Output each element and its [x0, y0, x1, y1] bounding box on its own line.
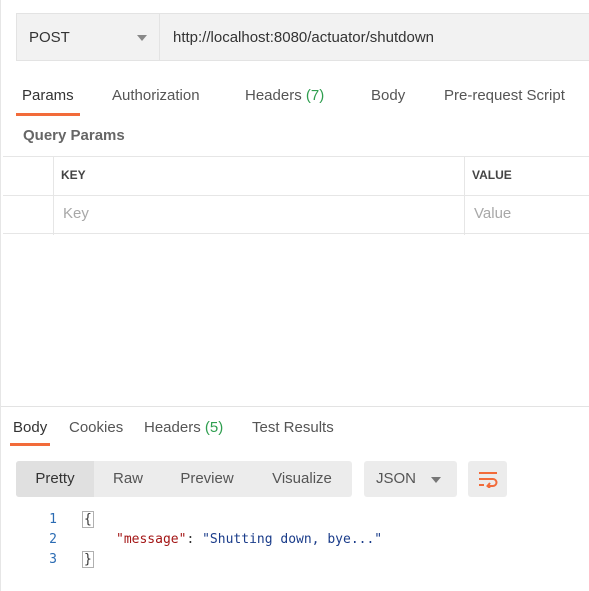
format-select[interactable]: JSON [364, 461, 457, 497]
response-tab-test-results[interactable]: Test Results [252, 412, 334, 446]
chevron-down-icon [431, 477, 441, 483]
column-divider [53, 196, 54, 235]
line-number: 1 [49, 512, 57, 527]
tab-label: Cookies [69, 419, 124, 436]
wrap-lines-icon [478, 472, 497, 488]
line-number: 3 [49, 552, 57, 567]
tab-label: Pre-request Script [444, 87, 565, 104]
pretty-button[interactable]: Pretty [16, 461, 94, 497]
column-divider [464, 196, 465, 235]
preview-button[interactable]: Preview [162, 461, 252, 497]
tab-label: Test Results [252, 419, 334, 436]
tab-count-badge: (5) [204, 419, 224, 436]
request-url-bar: POST http://localhost:8080/actuator/shut… [16, 13, 589, 61]
tab-label: Headers [144, 419, 201, 436]
tab-label: Headers [245, 87, 302, 104]
tab-authorization[interactable]: Authorization [112, 78, 200, 116]
response-tab-headers[interactable]: Headers (5) [144, 412, 223, 446]
tab-params[interactable]: Params [16, 78, 80, 116]
table-row: Key Value [3, 196, 589, 235]
code-line: 3 } [1, 550, 589, 570]
raw-button[interactable]: Raw [94, 461, 162, 497]
open-brace: { [82, 511, 94, 528]
table-header-row: KEY VALUE [3, 157, 589, 196]
response-body-editor[interactable]: 1 { 2 "message": "Shutting down, bye..."… [1, 510, 589, 570]
key-input[interactable]: Key [63, 205, 89, 222]
method-label: POST [29, 28, 70, 46]
line-number: 2 [49, 532, 57, 547]
json-key: "message" [116, 532, 187, 547]
view-mode-group: Pretty Raw Preview Visualize [16, 461, 352, 497]
tab-label: Authorization [112, 87, 200, 104]
key-column-header: KEY [61, 168, 86, 182]
tab-pre-request-script[interactable]: Pre-request Script [444, 78, 565, 116]
tab-label: Body [371, 87, 406, 104]
query-params-table: KEY VALUE Key Value [3, 156, 589, 235]
response-tabs: Body Cookies Headers (5) Test Results [1, 412, 589, 446]
url-input[interactable]: http://localhost:8080/actuator/shutdown [160, 14, 589, 60]
wrap-lines-button[interactable] [468, 461, 507, 497]
tab-body[interactable]: Body [371, 78, 405, 116]
tab-label: Body [13, 419, 48, 436]
tab-count-badge: (7) [305, 87, 325, 104]
chevron-down-icon [137, 35, 147, 41]
code-line: 1 { [1, 510, 589, 530]
json-value: "Shutting down, bye..." [202, 532, 383, 547]
code-line: 2 "message": "Shutting down, bye..." [1, 530, 589, 550]
request-tabs: Params Authorization Headers (7) Body Pr… [1, 78, 589, 116]
response-tab-cookies[interactable]: Cookies [69, 412, 123, 446]
format-label: JSON [376, 470, 417, 487]
column-divider [464, 157, 465, 195]
response-tab-body[interactable]: Body [9, 412, 51, 446]
url-text: http://localhost:8080/actuator/shutdown [173, 28, 435, 46]
tab-headers[interactable]: Headers (7) [245, 78, 324, 116]
value-input[interactable]: Value [474, 205, 511, 222]
json-colon: : [186, 532, 203, 547]
tab-label: Params [22, 87, 74, 104]
visualize-button[interactable]: Visualize [252, 461, 352, 497]
method-select[interactable]: POST [17, 14, 160, 60]
column-divider [53, 157, 54, 195]
value-column-header: VALUE [472, 168, 512, 182]
close-brace: } [82, 551, 94, 568]
query-params-title: Query Params [23, 127, 125, 144]
pane-divider[interactable] [1, 406, 589, 407]
